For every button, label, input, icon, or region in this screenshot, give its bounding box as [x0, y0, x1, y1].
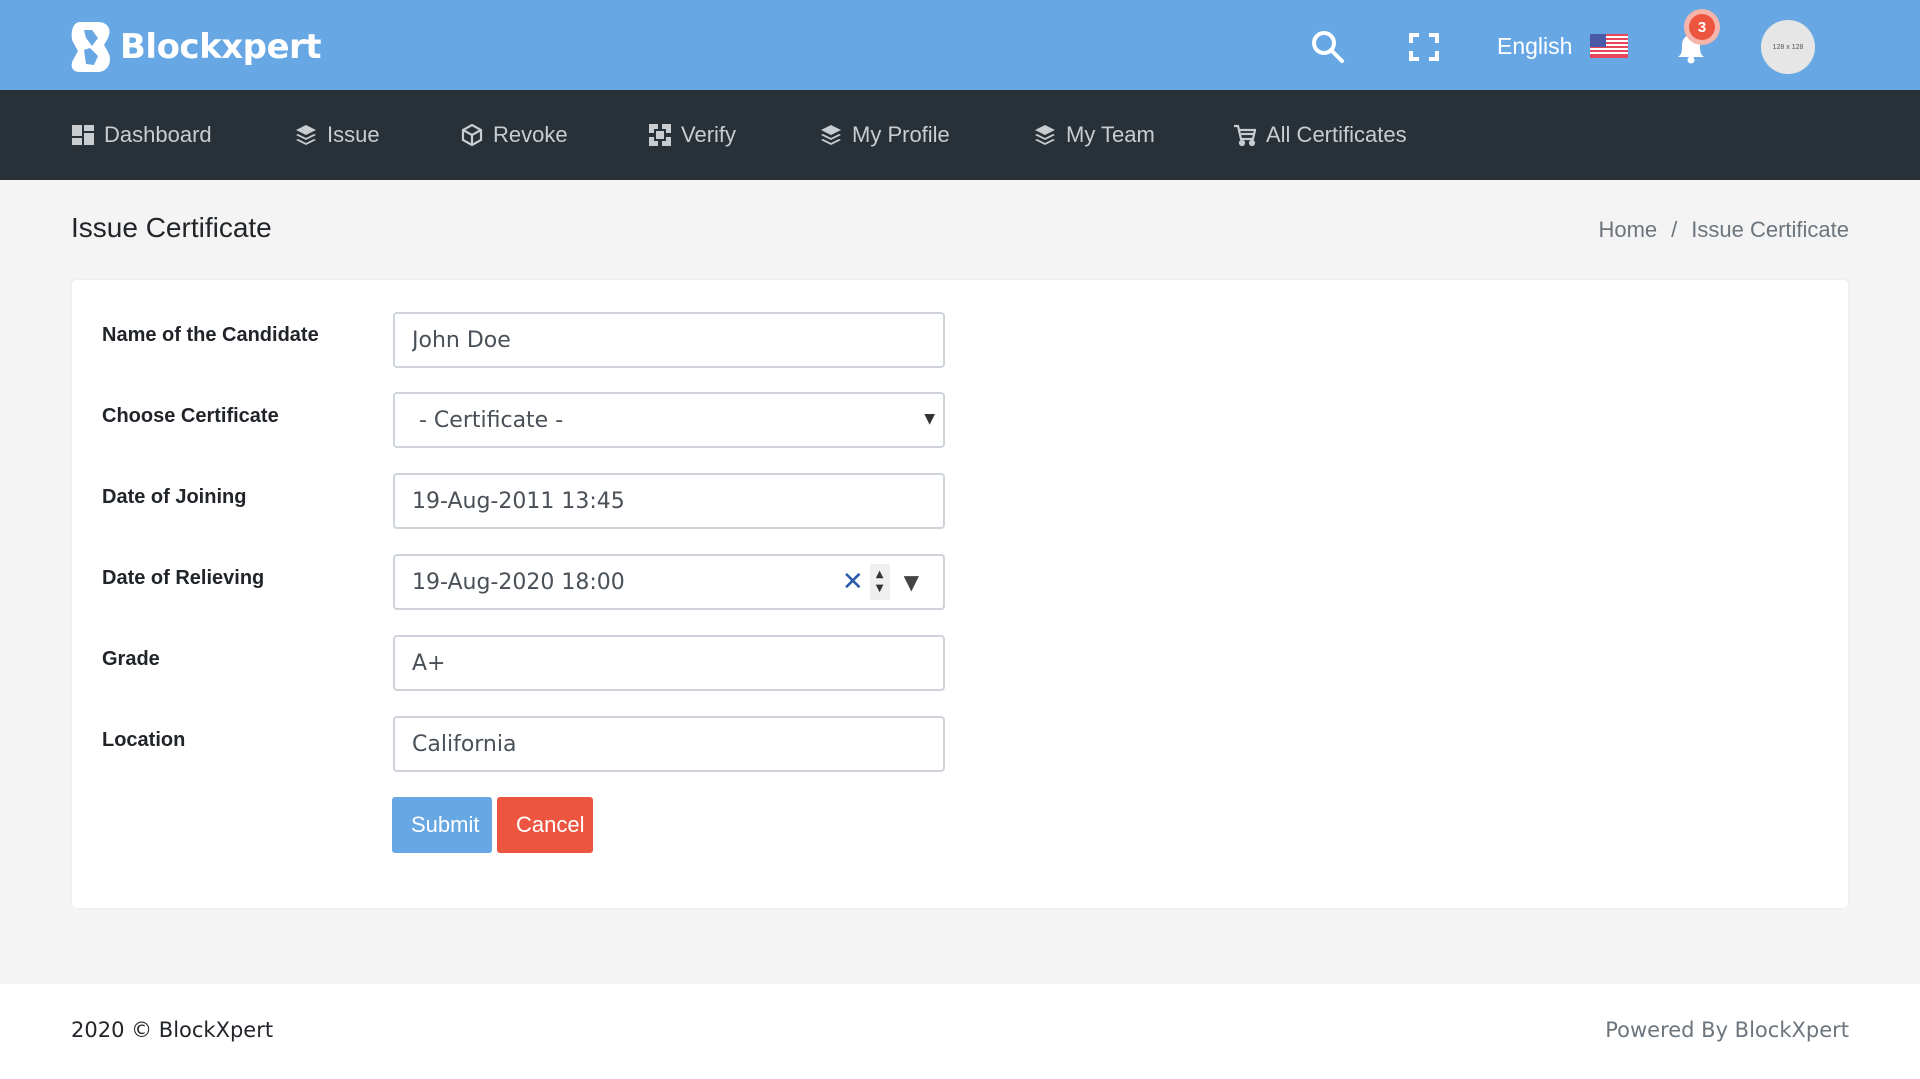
fullscreen-icon[interactable] — [1409, 33, 1439, 61]
layers-icon — [296, 125, 316, 145]
avatar-placeholder-text: 128 x 128 — [1772, 43, 1804, 51]
candidate-name-input[interactable] — [393, 312, 945, 368]
joining-date-label: Date of Joining — [102, 486, 247, 508]
user-avatar[interactable]: 128 x 128 — [1761, 20, 1815, 74]
location-value[interactable] — [412, 731, 926, 757]
joining-date-input[interactable] — [393, 473, 945, 529]
spin-down-icon[interactable]: ▼ — [876, 582, 884, 596]
issue-certificate-form-card: Name of the Candidate Choose Certificate… — [72, 280, 1848, 908]
top-header: Blockxpert English 3 128 x 128 — [0, 0, 1920, 90]
blockxpert-logo-icon — [71, 22, 110, 72]
layers-icon — [1035, 125, 1055, 145]
submit-button[interactable]: Submit — [392, 797, 492, 853]
relieving-date-label: Date of Relieving — [102, 567, 265, 589]
grade-input[interactable] — [393, 635, 945, 691]
layers-icon — [821, 125, 841, 145]
verify-icon — [649, 124, 671, 146]
candidate-name-value[interactable] — [412, 327, 926, 353]
chevron-down-icon: ▼ — [924, 411, 935, 427]
calendar-dropdown-icon[interactable]: ▼ — [904, 570, 919, 594]
location-input[interactable] — [393, 716, 945, 772]
nav-label: Issue — [327, 122, 380, 147]
spinner-control[interactable]: ▲ ▼ — [869, 564, 890, 600]
spin-up-icon[interactable]: ▲ — [876, 568, 884, 582]
breadcrumb-separator: / — [1671, 217, 1678, 242]
search-icon[interactable] — [1310, 29, 1346, 65]
dashboard-icon — [72, 125, 94, 145]
datetime-controls: ✕ ▲ ▼ ▼ — [842, 564, 919, 600]
footer: 2020 © BlockXpert Powered By BlockXpert — [0, 984, 1920, 1079]
grade-value[interactable] — [412, 650, 926, 676]
notification-badge[interactable]: 3 — [1684, 9, 1720, 45]
relieving-date-value[interactable] — [412, 569, 772, 595]
footer-powered-by: Powered By BlockXpert — [1605, 1018, 1849, 1042]
nav-item-dashboard[interactable]: Dashboard — [72, 90, 212, 180]
breadcrumb-current: Issue Certificate — [1691, 217, 1849, 242]
certificate-select-value: - Certificate - — [419, 407, 564, 433]
nav-item-all-certificates[interactable]: All Certificates — [1234, 90, 1407, 180]
nav-item-my-profile[interactable]: My Profile — [820, 90, 950, 180]
notification-count: 3 — [1689, 14, 1715, 40]
nav-item-verify[interactable]: Verify — [649, 90, 736, 180]
grade-label: Grade — [102, 648, 160, 670]
cube-icon — [461, 124, 483, 146]
cart-icon — [1234, 124, 1256, 146]
main-nav: Dashboard Issue Revoke Verify My Profile — [0, 90, 1920, 180]
breadcrumb-home-link[interactable]: Home — [1598, 217, 1657, 243]
nav-label: My Team — [1066, 122, 1155, 147]
certificate-select[interactable]: - Certificate - ▼ — [393, 392, 945, 448]
language-label: English — [1497, 32, 1573, 59]
joining-date-value[interactable] — [412, 488, 926, 514]
location-label: Location — [102, 729, 186, 751]
cancel-button[interactable]: Cancel — [497, 797, 593, 853]
language-selector[interactable]: English — [1497, 29, 1629, 63]
nav-label: My Profile — [852, 122, 950, 147]
nav-item-issue[interactable]: Issue — [295, 90, 380, 180]
nav-label: Verify — [681, 122, 737, 147]
footer-copyright: 2020 © BlockXpert — [71, 1018, 274, 1042]
brand-logo[interactable]: Blockxpert — [70, 20, 322, 74]
nav-label: Dashboard — [104, 122, 212, 147]
page-title: Issue Certificate — [71, 212, 272, 243]
breadcrumb: Home / Issue Certificate — [1598, 217, 1849, 243]
name-label: Name of the Candidate — [102, 324, 319, 346]
clear-icon[interactable]: ✕ — [842, 569, 864, 595]
nav-label: All Certificates — [1266, 122, 1407, 147]
nav-item-my-team[interactable]: My Team — [1034, 90, 1155, 180]
brand-name: Blockxpert — [120, 27, 322, 67]
certificate-label: Choose Certificate — [102, 405, 279, 427]
us-flag-icon — [1590, 34, 1629, 58]
relieving-date-input[interactable]: ✕ ▲ ▼ ▼ — [393, 554, 945, 610]
nav-label: Revoke — [493, 122, 568, 147]
nav-item-revoke[interactable]: Revoke — [461, 90, 568, 180]
